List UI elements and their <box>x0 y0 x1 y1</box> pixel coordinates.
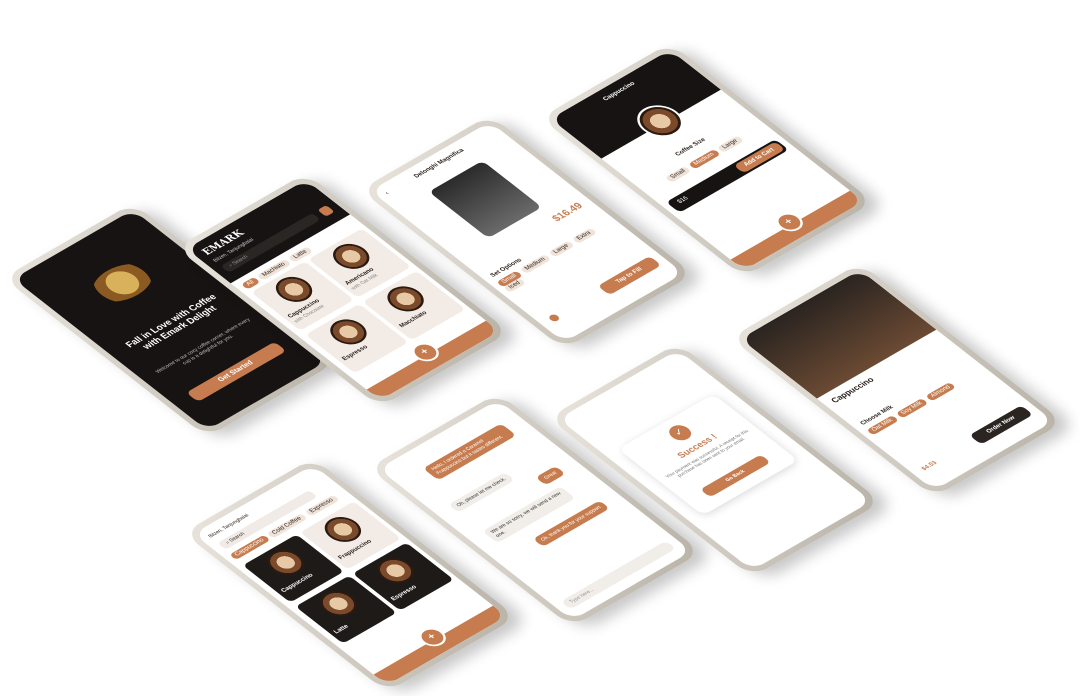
product-price: $16.49 <box>549 201 586 224</box>
mockup-stage: Fall in Love with Coffee with Emark Deli… <box>0 0 1080 696</box>
tap-to-fill-button[interactable]: Tap to Fill <box>597 255 662 296</box>
chat-input[interactable]: Type here... <box>560 540 677 610</box>
product-hero-image <box>740 269 937 399</box>
size-options: Small Medium Large Extra Iced <box>496 219 619 293</box>
product-image <box>317 511 369 547</box>
filter-icon[interactable] <box>317 205 335 217</box>
total-price: $16 <box>676 195 691 205</box>
option-large[interactable]: Large <box>547 240 575 258</box>
success-card: ✓ Success ! Your payment was successful.… <box>618 393 799 516</box>
milk-options: Oat Milk Soy Milk Almond <box>866 367 982 436</box>
product-image <box>260 544 312 580</box>
product-name: Latte <box>332 623 351 636</box>
option-extra[interactable]: Extra <box>571 227 598 245</box>
product-price: $4.53 <box>920 460 939 472</box>
chat-message: Oh, please let me check. <box>448 472 515 513</box>
splash-headline: Fall in Love with Coffee with Emark Deli… <box>123 292 219 351</box>
chat-message: Great <box>535 465 566 486</box>
chat-message: Hello, I ordered a Caramel Frappuccino b… <box>423 423 517 481</box>
coffee-machine-image <box>428 160 542 239</box>
bottom-tab-bar <box>730 190 864 271</box>
product-image <box>312 586 365 622</box>
coffee-cup-image <box>81 256 163 310</box>
bottom-tab-bar <box>373 605 507 686</box>
size-large[interactable]: Large <box>716 135 744 153</box>
product-name: Espresso <box>390 584 419 603</box>
order-now-button[interactable]: Order Now <box>969 405 1034 445</box>
go-back-button[interactable]: Go Back <box>699 454 771 498</box>
add-to-cart-button[interactable]: Add to Cart <box>733 141 786 174</box>
product-image <box>322 314 375 350</box>
milk-soy[interactable]: Soy Milk <box>895 397 929 419</box>
check-icon: ✓ <box>664 422 696 444</box>
cart-icon[interactable] <box>547 313 562 324</box>
option-medium[interactable]: Medium <box>519 254 552 275</box>
milk-almond[interactable]: Almond <box>925 381 957 402</box>
product-name: Macchiato <box>398 310 429 329</box>
product-name: Espresso <box>341 344 370 362</box>
size-small[interactable]: Small <box>665 165 692 183</box>
product-name: Cappuccino <box>280 572 316 594</box>
product-image <box>369 553 422 589</box>
size-medium[interactable]: Medium <box>688 149 721 170</box>
